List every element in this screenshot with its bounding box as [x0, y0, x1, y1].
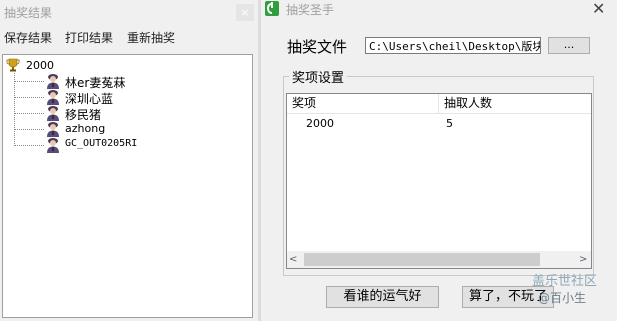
user-avatar-icon — [47, 106, 59, 121]
watermark-community: 盖乐世社区 — [532, 274, 598, 289]
user-avatar-icon — [47, 74, 59, 89]
results-tree[interactable]: 2000 林er妻菟菻 深圳心蓝 移民猪 azhong GC_OUT0205RI — [2, 54, 253, 318]
user-avatar-icon — [47, 138, 59, 153]
user-avatar-icon — [47, 90, 59, 105]
prize-list-header: 奖项 抽取人数 — [287, 94, 591, 114]
tree-branch — [14, 113, 44, 114]
prize-list[interactable]: 奖项 抽取人数 2000 5 < > — [286, 93, 592, 269]
file-path-field[interactable]: C:\Users\cheil\Desktop\版块活 — [365, 37, 541, 54]
scroll-left-icon[interactable]: < — [289, 254, 297, 265]
lottery-window-title: 抽奖圣手 — [286, 3, 335, 17]
tree-branch — [14, 97, 44, 98]
tree-branch — [14, 129, 44, 130]
trophy-icon — [6, 58, 20, 72]
tree-node-winner[interactable]: azhong — [14, 121, 214, 137]
watermark-author: @百小生 — [538, 291, 587, 305]
menu-print-results[interactable]: 打印结果 — [65, 29, 113, 46]
prize-settings-title: 奖项设置 — [289, 67, 348, 86]
lottery-title-bar: 抽奖圣手 ✕ — [261, 0, 617, 18]
cell-count: 5 — [446, 117, 453, 130]
results-window-title: 抽奖结果 — [4, 6, 53, 20]
close-icon[interactable]: × — [236, 4, 254, 21]
tree-branch — [14, 145, 44, 146]
cell-prize: 2000 — [306, 117, 334, 130]
scroll-right-icon[interactable]: > — [579, 254, 587, 265]
horizontal-scrollbar[interactable]: < > — [287, 251, 591, 268]
tree-node-winner[interactable]: 林er妻菟菻 — [14, 73, 214, 90]
results-window: 抽奖结果 × 保存结果 打印结果 重新抽奖 2000 林er妻菟菻 深圳心蓝 移… — [0, 0, 258, 321]
tree-branch — [14, 81, 44, 82]
tree-root-label: 2000 — [26, 59, 54, 72]
results-menu-bar: 保存结果 打印结果 重新抽奖 — [0, 26, 258, 46]
scrollbar-thumb[interactable] — [304, 253, 540, 266]
results-title-bar: 抽奖结果 × — [0, 0, 258, 24]
column-header-count[interactable]: 抽取人数 — [439, 94, 591, 113]
file-label: 抽奖文件 — [287, 38, 348, 56]
menu-save-results[interactable]: 保存结果 — [4, 29, 52, 46]
column-header-prize[interactable]: 奖项 — [287, 94, 439, 113]
winner-name: azhong — [65, 122, 106, 135]
browse-button[interactable]: ... — [548, 37, 590, 54]
watermark: 盖乐世社区 @百小生 — [532, 270, 617, 310]
tree-node-winner[interactable]: GC_OUT0205RI — [14, 137, 214, 153]
tree-node-winner[interactable]: 深圳心蓝 — [14, 89, 214, 106]
draw-button[interactable]: 看谁的运气好 — [326, 286, 439, 308]
app-icon — [265, 1, 279, 16]
close-icon[interactable]: ✕ — [592, 0, 605, 18]
tree-node-winner[interactable]: 移民猪 — [14, 105, 214, 122]
table-row[interactable]: 2000 5 — [287, 115, 591, 132]
menu-redraw[interactable]: 重新抽奖 — [127, 29, 175, 46]
winner-name: GC_OUT0205RI — [65, 138, 138, 149]
user-avatar-icon — [47, 122, 59, 137]
